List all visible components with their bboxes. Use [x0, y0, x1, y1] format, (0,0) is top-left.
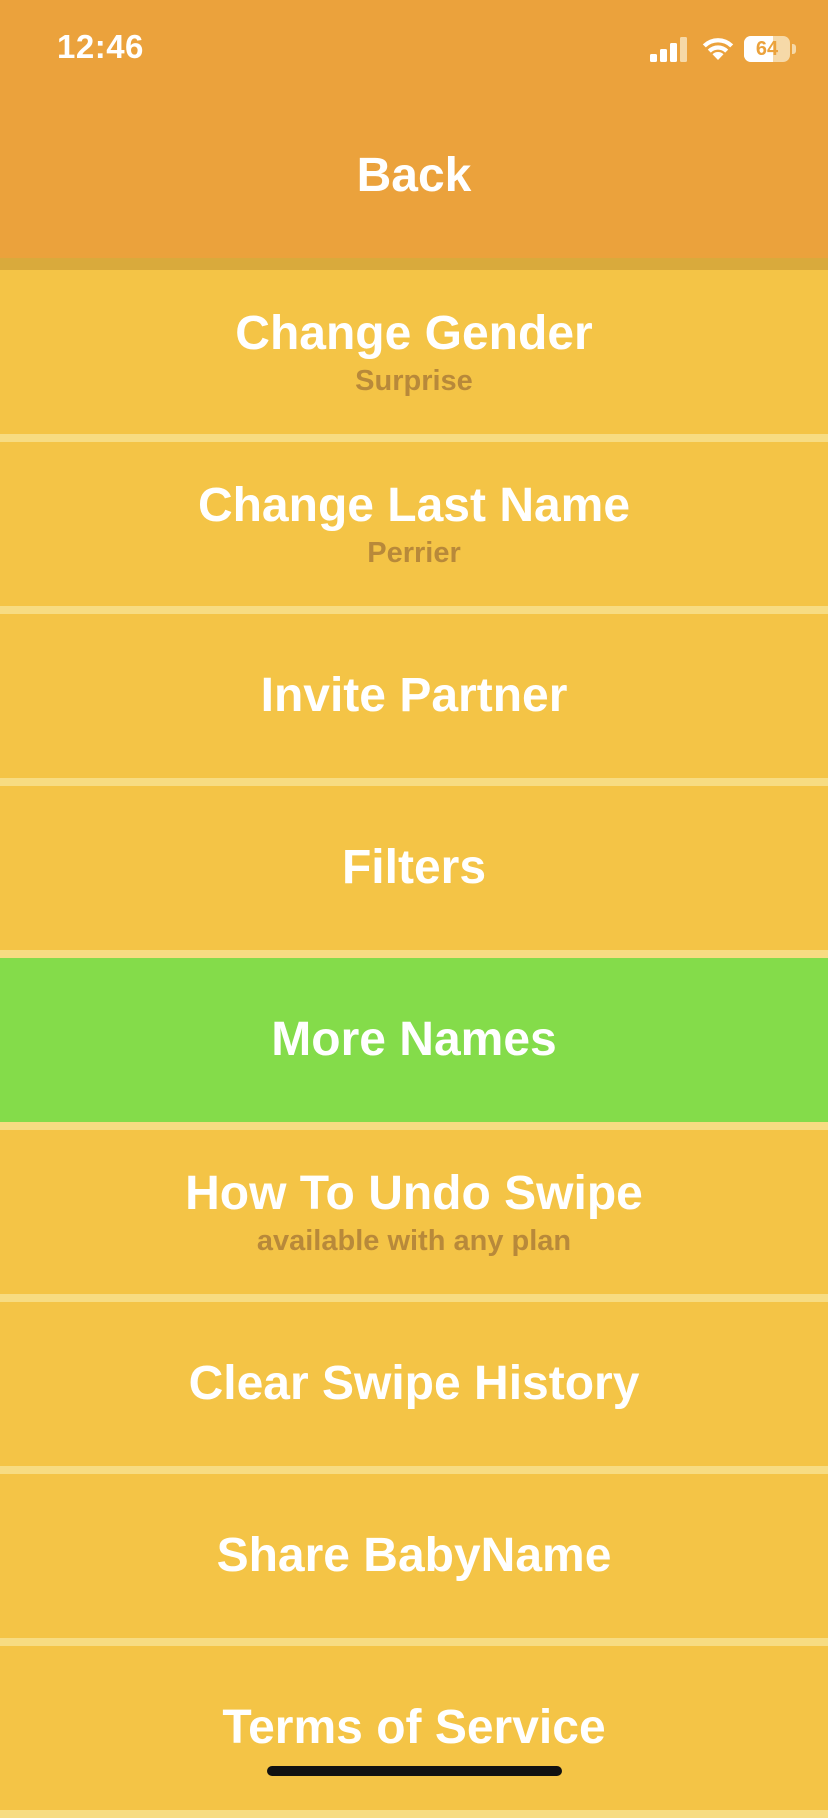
menu-item-subtitle: available with any plan	[256, 1225, 572, 1257]
menu-item-label: Share BabyName	[216, 1529, 612, 1582]
menu-divider	[0, 1294, 828, 1302]
home-indicator	[267, 1766, 562, 1776]
menu-divider	[0, 778, 828, 786]
menu-item-label: More Names	[271, 1013, 557, 1066]
status-time: 12:46	[57, 28, 144, 65]
menu-item-label: Change Gender	[235, 307, 593, 360]
header-divider	[0, 258, 828, 270]
cellular-signal-icon	[650, 37, 687, 62]
status-bar: 12:46 64	[0, 0, 828, 100]
menu-item-more-names[interactable]: More Names	[0, 958, 828, 1122]
menu-divider	[0, 1122, 828, 1130]
menu-item-how-to-undo-swipe[interactable]: How To Undo Swipe available with any plan	[0, 1130, 828, 1294]
menu-item-label: Filters	[341, 841, 487, 894]
back-button[interactable]: Back	[0, 130, 828, 220]
menu-item-terms-of-service[interactable]: Terms of Service	[0, 1646, 828, 1810]
menu-item-label: Clear Swipe History	[188, 1357, 640, 1410]
menu-item-filters[interactable]: Filters	[0, 786, 828, 950]
menu-divider	[0, 1810, 828, 1818]
menu-item-label: Change Last Name	[197, 479, 631, 532]
menu-item-label: Terms of Service	[222, 1701, 606, 1754]
menu-item-subtitle: Surprise	[355, 365, 473, 397]
menu-divider	[0, 1466, 828, 1474]
battery-level: 64	[755, 38, 779, 60]
menu-divider	[0, 606, 828, 614]
menu-item-share-babyname[interactable]: Share BabyName	[0, 1474, 828, 1638]
settings-menu: Change Gender Surprise Change Last Name Per…	[0, 270, 828, 1818]
menu-item-label: How To Undo Swipe	[185, 1167, 643, 1220]
menu-item-invite-partner[interactable]: Invite Partner	[0, 614, 828, 778]
menu-divider	[0, 950, 828, 958]
menu-item-label: Invite Partner	[260, 669, 568, 722]
wifi-icon	[702, 38, 734, 60]
menu-divider	[0, 434, 828, 442]
menu-divider	[0, 1638, 828, 1646]
battery-icon: 64	[744, 36, 796, 62]
menu-item-subtitle: Perrier	[367, 537, 461, 569]
menu-item-change-last-name[interactable]: Change Last Name Perrier	[0, 442, 828, 606]
menu-item-change-gender[interactable]: Change Gender Surprise	[0, 270, 828, 434]
status-icons: 64	[636, 34, 796, 64]
menu-item-clear-swipe-history[interactable]: Clear Swipe History	[0, 1302, 828, 1466]
